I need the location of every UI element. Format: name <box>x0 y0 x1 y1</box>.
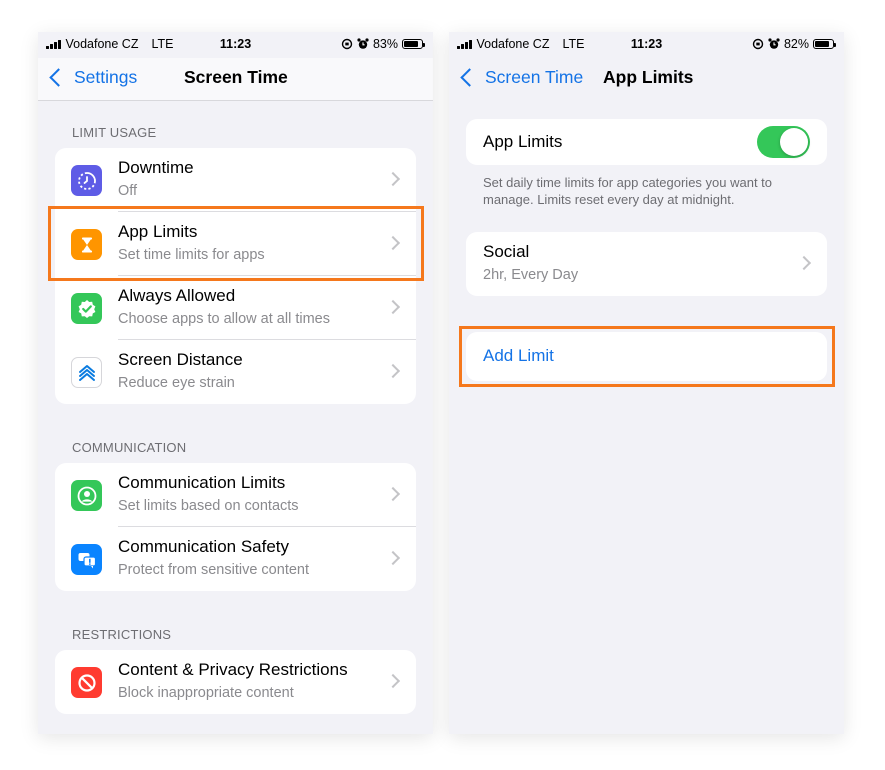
section-header-communication: COMMUNICATION <box>72 440 187 455</box>
limit-title: Social <box>483 242 530 261</box>
back-label: Screen Time <box>485 67 584 87</box>
row-title: Downtime <box>118 158 194 177</box>
row-subtitle: Block inappropriate content <box>118 685 294 701</box>
battery-percent: 83% <box>372 37 398 51</box>
row-app-limits[interactable]: App Limits Set time limits for apps <box>55 212 416 276</box>
add-limit-button[interactable]: Add Limit <box>483 346 554 366</box>
battery-icon <box>402 39 425 49</box>
downtime-icon <box>71 165 102 196</box>
chevron-right-icon <box>796 255 812 271</box>
page-title: App Limits <box>603 67 694 87</box>
back-button[interactable]: Settings <box>47 67 137 88</box>
battery-fill <box>815 41 829 47</box>
orientation-lock-icon <box>752 38 764 50</box>
battery-fill <box>404 41 419 47</box>
back-label: Settings <box>74 67 138 87</box>
row-subtitle: Set limits based on contacts <box>118 498 299 514</box>
chevron-right-icon <box>385 299 401 315</box>
app-limits-toggle-group: App Limits <box>466 119 827 165</box>
row-content-privacy[interactable]: Content & Privacy Restrictions Block ina… <box>55 650 416 714</box>
row-screen-distance[interactable]: Screen Distance Reduce eye strain <box>55 340 416 404</box>
navigation-bar: Screen Time App Limits <box>449 58 844 100</box>
row-subtitle: Protect from sensitive content <box>118 562 309 578</box>
communication-group: Communication Limits Set limits based on… <box>55 463 416 591</box>
chevron-right-icon <box>385 550 401 566</box>
app-limits-description: Set daily time limits for app categories… <box>483 175 773 207</box>
back-button[interactable]: Screen Time <box>458 67 583 88</box>
row-title: Content & Privacy Restrictions <box>118 660 348 679</box>
row-always-allowed[interactable]: Always Allowed Choose apps to allow at a… <box>55 276 416 340</box>
chevron-right-icon <box>385 235 401 251</box>
screen-distance-icon <box>71 357 102 388</box>
row-title: Communication Safety <box>118 537 290 556</box>
orientation-lock-icon <box>341 38 353 50</box>
limit-row-social[interactable]: Social 2hr, Every Day <box>466 232 827 296</box>
row-subtitle: Off <box>118 183 138 199</box>
row-subtitle: Set time limits for apps <box>118 247 265 263</box>
navigation-bar: Settings Screen Time <box>38 58 433 101</box>
row-title: Communication Limits <box>118 473 286 492</box>
page-title: Screen Time <box>184 67 288 87</box>
row-title: App Limits <box>118 222 198 241</box>
alarm-icon <box>768 38 780 49</box>
status-right: 83% <box>341 37 425 51</box>
limits-list: Social 2hr, Every Day <box>466 232 827 296</box>
row-downtime[interactable]: Downtime Off <box>55 148 416 212</box>
chevron-right-icon <box>385 673 401 689</box>
battery-percent: 82% <box>783 37 809 51</box>
no-entry-icon <box>71 667 102 698</box>
app-limits-toggle[interactable] <box>757 126 810 158</box>
row-communication-safety[interactable]: Communication Safety Protect from sensit… <box>55 527 416 591</box>
status-bar: Vodafone CZ LTE 11:23 83% <box>38 32 433 58</box>
row-subtitle: Choose apps to allow at all times <box>118 311 330 327</box>
row-title: Always Allowed <box>118 286 236 305</box>
chevron-right-icon <box>385 363 401 379</box>
limit-subtitle: 2hr, Every Day <box>483 267 579 283</box>
toggle-knob <box>780 128 808 156</box>
hourglass-icon <box>71 229 102 260</box>
section-header-limit-usage: LIMIT USAGE <box>72 125 157 140</box>
person-circle-icon <box>71 480 102 511</box>
row-subtitle: Reduce eye strain <box>118 375 235 391</box>
alarm-icon <box>357 38 369 49</box>
limit-usage-group: Downtime Off App Limits Set time limits … <box>55 148 416 404</box>
status-bar: Vodafone CZ LTE 11:23 82% <box>449 32 844 58</box>
chevron-right-icon <box>385 486 401 502</box>
battery-icon <box>813 39 836 49</box>
chevron-right-icon <box>385 171 401 187</box>
add-limit-group: Add Limit <box>466 332 827 381</box>
checkmark-badge-icon <box>71 293 102 324</box>
status-right: 82% <box>752 37 836 51</box>
chevron-left-icon <box>460 68 479 87</box>
row-communication-limits[interactable]: Communication Limits Set limits based on… <box>55 463 416 527</box>
toggle-label: App Limits <box>483 132 563 151</box>
screen-time-screen: Vodafone CZ LTE 11:23 83% Settings Scree… <box>38 32 433 734</box>
app-limits-screen: Vodafone CZ LTE 11:23 82% Screen Time Ap… <box>449 32 844 734</box>
chat-bubbles-icon <box>71 544 102 575</box>
restrictions-group: Content & Privacy Restrictions Block ina… <box>55 650 416 714</box>
section-header-restrictions: RESTRICTIONS <box>72 627 172 642</box>
row-title: Screen Distance <box>118 350 243 369</box>
chevron-left-icon <box>49 68 68 87</box>
